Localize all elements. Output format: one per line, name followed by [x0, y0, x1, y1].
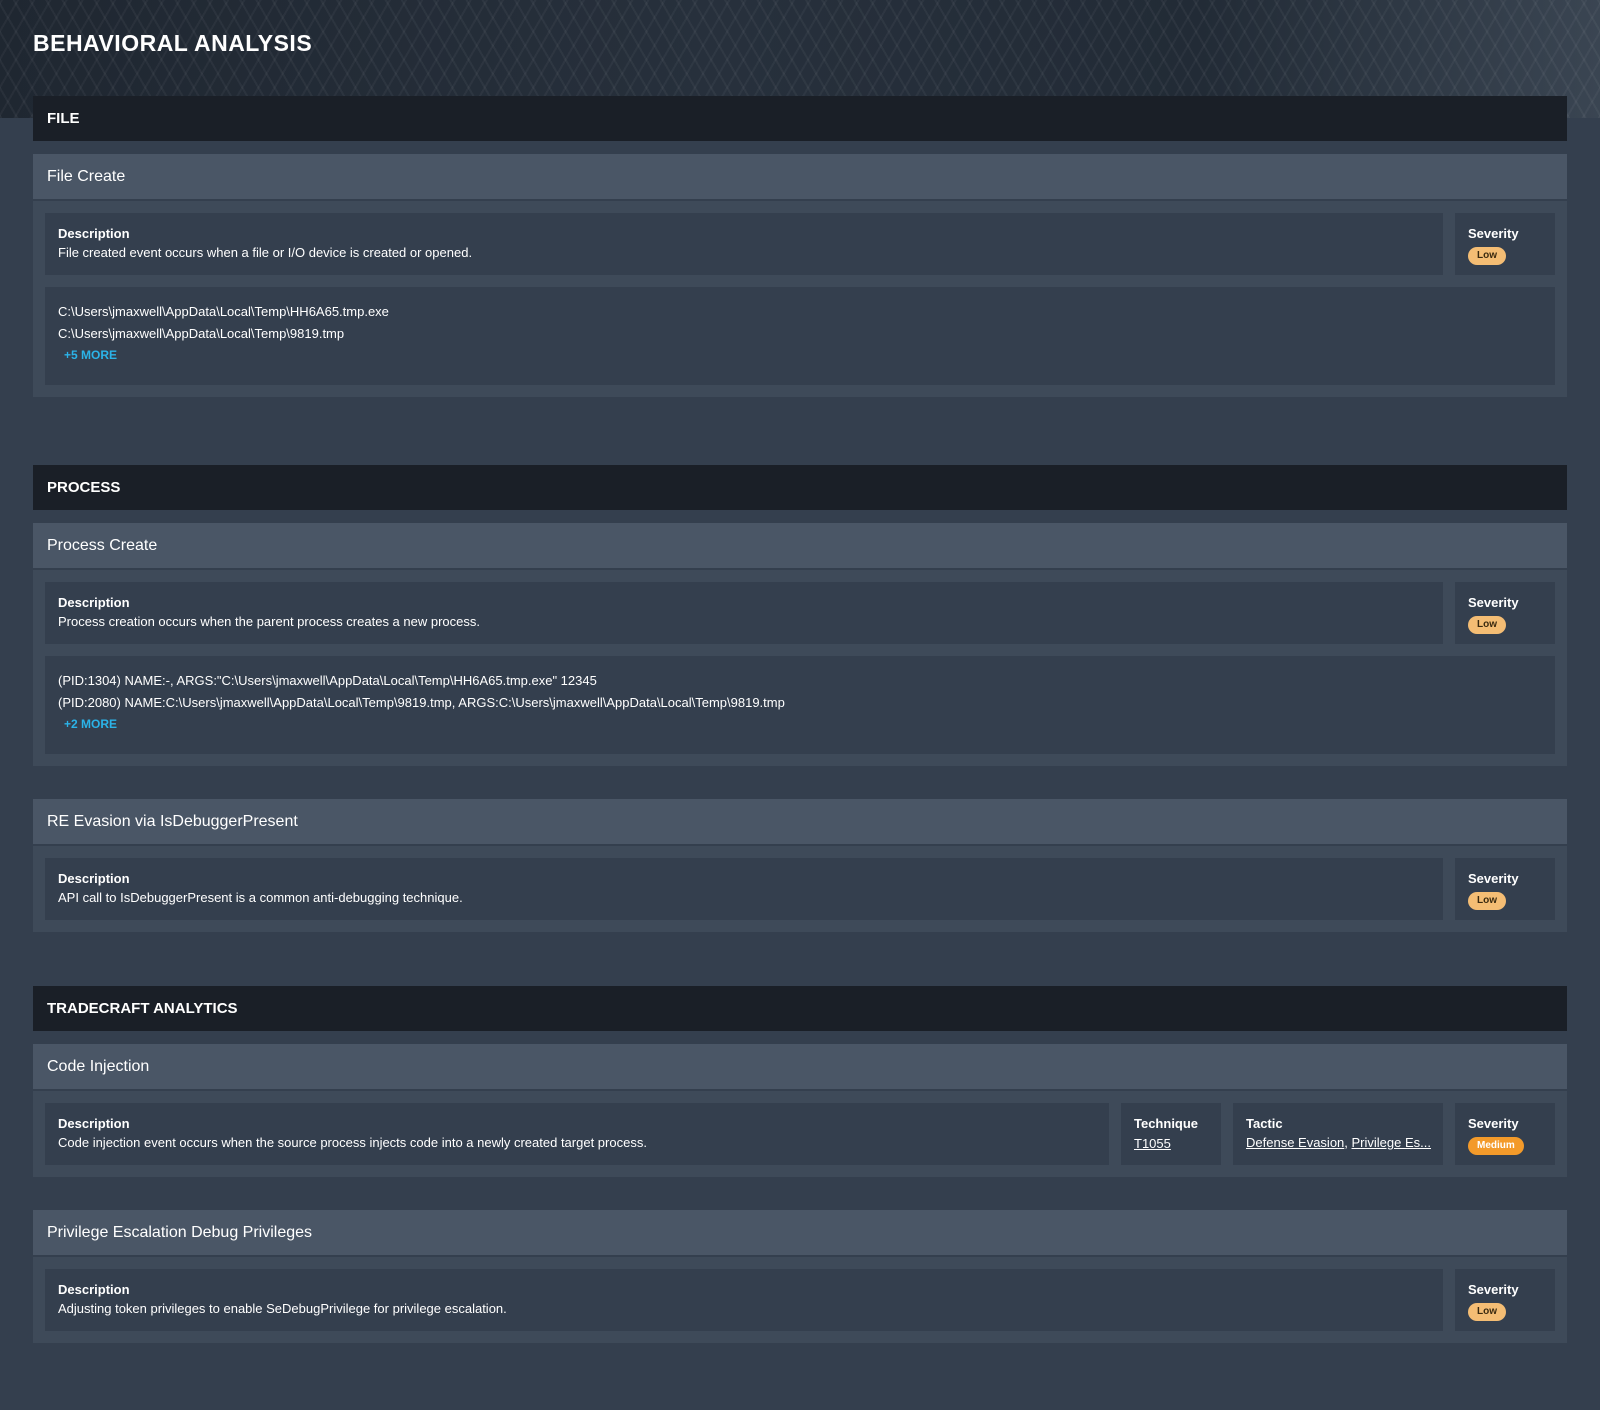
severity-box: Severity Low [1455, 1269, 1555, 1331]
description-label: Description [58, 226, 130, 241]
panel-title: Process Create [33, 523, 1567, 570]
panel-title: Privilege Escalation Debug Privileges [33, 1210, 1567, 1257]
panel-body: Description File created event occurs wh… [33, 201, 1567, 397]
detail-row: Description API call to IsDebuggerPresen… [45, 858, 1555, 920]
section-header-file: FILE [33, 96, 1567, 141]
detail-row: Description Adjusting token privileges t… [45, 1269, 1555, 1331]
tactic-label: Tactic [1246, 1116, 1283, 1131]
severity-label: Severity [1468, 1116, 1519, 1131]
event-item: C:\Users\jmaxwell\AppData\Local\Temp\981… [58, 326, 345, 341]
severity-box: Severity Low [1455, 213, 1555, 275]
description-box: Description Process creation occurs when… [45, 582, 1443, 644]
panel-body: Description Code injection event occurs … [33, 1091, 1567, 1177]
description-label: Description [58, 595, 130, 610]
severity-box: Severity Medium [1455, 1103, 1555, 1165]
technique-label: Technique [1134, 1116, 1199, 1131]
technique-link[interactable]: T1055 [1134, 1136, 1171, 1151]
event-items: C:\Users\jmaxwell\AppData\Local\Temp\HH6… [45, 287, 1555, 385]
event-item: C:\Users\jmaxwell\AppData\Local\Temp\HH6… [58, 304, 389, 319]
section-header-tradecraft: TRADECRAFT ANALYTICS [33, 986, 1567, 1031]
description-box: Description Code injection event occurs … [45, 1103, 1109, 1165]
severity-label: Severity [1468, 871, 1519, 886]
section-header-process: PROCESS [33, 465, 1567, 510]
description-text: Process creation occurs when the parent … [58, 614, 480, 629]
tactic-separator: , [1344, 1135, 1352, 1150]
severity-badge: Low [1468, 247, 1506, 265]
event-items: (PID:1304) NAME:-, ARGS:"C:\Users\jmaxwe… [45, 656, 1555, 754]
severity-box: Severity Low [1455, 582, 1555, 644]
page-title: BEHAVIORAL ANALYSIS [33, 30, 313, 56]
description-text: Code injection event occurs when the sou… [58, 1135, 647, 1150]
detail-row: Description Code injection event occurs … [45, 1103, 1555, 1165]
technique-box: Technique T1055 [1121, 1103, 1221, 1165]
panel-re-evasion: RE Evasion via IsDebuggerPresent Descrip… [33, 799, 1567, 932]
panel-file-create: File Create Description File created eve… [33, 154, 1567, 397]
event-item: (PID:2080) NAME:C:\Users\jmaxwell\AppDat… [58, 695, 785, 710]
show-more-link[interactable]: +2 MORE [64, 717, 117, 731]
event-item: (PID:1304) NAME:-, ARGS:"C:\Users\jmaxwe… [58, 673, 597, 688]
panel-body: Description Adjusting token privileges t… [33, 1257, 1567, 1343]
severity-badge: Low [1468, 1303, 1506, 1321]
detail-row: Description Process creation occurs when… [45, 582, 1555, 644]
severity-box: Severity Low [1455, 858, 1555, 920]
panel-privilege-escalation: Privilege Escalation Debug Privileges De… [33, 1210, 1567, 1343]
severity-label: Severity [1468, 595, 1519, 610]
panel-body: Description API call to IsDebuggerPresen… [33, 846, 1567, 932]
panel-title: Code Injection [33, 1044, 1567, 1091]
panel-body: Description Process creation occurs when… [33, 570, 1567, 766]
description-label: Description [58, 871, 130, 886]
detail-row: Description File created event occurs wh… [45, 213, 1555, 275]
description-label: Description [58, 1116, 130, 1131]
tactic-link-defense-evasion[interactable]: Defense Evasion [1246, 1135, 1344, 1150]
description-text: API call to IsDebuggerPresent is a commo… [58, 890, 463, 905]
severity-label: Severity [1468, 1282, 1519, 1297]
section-process: PROCESS Process Create Description Proce… [33, 465, 1567, 932]
description-label: Description [58, 1282, 130, 1297]
description-box: Description File created event occurs wh… [45, 213, 1443, 275]
severity-badge: Medium [1468, 1137, 1524, 1155]
panel-title: File Create [33, 154, 1567, 201]
tactic-link-privilege-escalation[interactable]: Privilege Es... [1352, 1135, 1431, 1150]
show-more-link[interactable]: +5 MORE [64, 348, 117, 362]
section-tradecraft: TRADECRAFT ANALYTICS Code Injection Desc… [33, 986, 1567, 1343]
description-box: Description API call to IsDebuggerPresen… [45, 858, 1443, 920]
description-text: File created event occurs when a file or… [58, 245, 473, 260]
panel-process-create: Process Create Description Process creat… [33, 523, 1567, 766]
description-box: Description Adjusting token privileges t… [45, 1269, 1443, 1331]
panel-title: RE Evasion via IsDebuggerPresent [33, 799, 1567, 846]
severity-badge: Low [1468, 892, 1506, 910]
section-file: FILE File Create Description File create… [33, 96, 1567, 397]
severity-badge: Low [1468, 616, 1506, 634]
description-text: Adjusting token privileges to enable SeD… [58, 1301, 507, 1316]
severity-label: Severity [1468, 226, 1519, 241]
tactic-box: Tactic Defense Evasion, Privilege Es... [1233, 1103, 1443, 1165]
panel-code-injection: Code Injection Description Code injectio… [33, 1044, 1567, 1177]
